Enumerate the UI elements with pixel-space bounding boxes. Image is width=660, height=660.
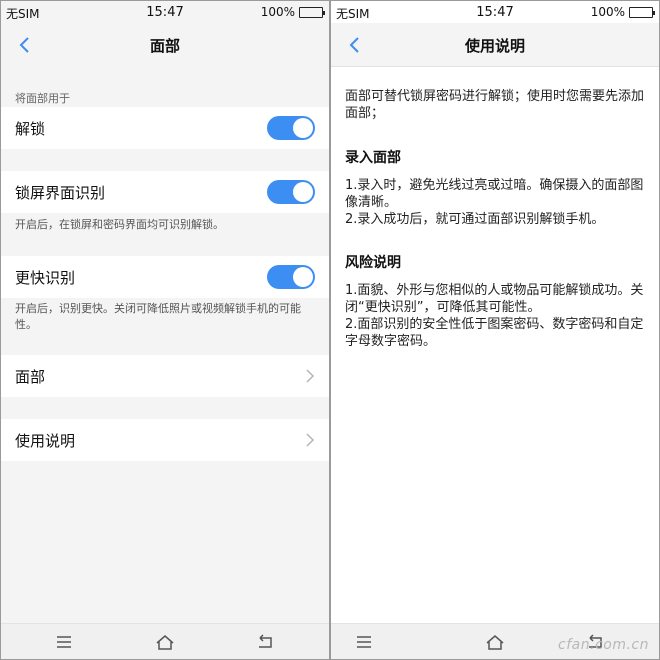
page-title: 面部 [149,37,180,55]
faster-recognition-toggle[interactable] [267,265,315,289]
risk-point-2: 2.面部识别的安全性低于图案密码、数字密码和自定字母数字密码。 [345,317,644,349]
system-nav-bar [1,623,329,659]
unlock-setting-row: 解锁 [1,107,329,149]
title-bar: 面部 [1,23,329,67]
faster-recognition-label: 更快识别 [15,269,76,287]
face-settings-screen: 无SIM 15:47 100% 面部 将面部用于 解锁 锁屏界面识别 开启后，在… [1,1,329,659]
status-bar: 无SIM 15:47 100% [331,1,659,23]
battery-icon [629,7,655,18]
toggle-knob [293,267,313,287]
risk-points: 1.面貌、外形与您相似的人或物品可能解锁成功。关闭“更快识别”，可降低其可能性。… [345,282,645,350]
lockscreen-recognition-row: 锁屏界面识别 [1,171,329,213]
title-bar: 使用说明 [331,23,659,67]
unlock-label: 解锁 [15,120,46,138]
face-data-row[interactable]: 面部 [1,355,329,397]
lockscreen-recognition-hint: 开启后，在锁屏和密码界面均可识别解锁。 [15,218,224,231]
faster-recognition-row: 更快识别 [1,256,329,298]
instructions-row[interactable]: 使用说明 [1,419,329,461]
menu-icon[interactable] [53,632,75,652]
battery-percent: 100% [260,5,295,19]
enroll-steps: 1.录入时，避免光线过亮或过暗。确保摄入的面部图像清晰。 2.录入成功后，就可通… [345,177,645,228]
lockscreen-recognition-label: 锁屏界面识别 [15,184,106,202]
unlock-toggle[interactable] [267,116,315,140]
home-icon[interactable] [484,632,506,652]
instructions-screen: 无SIM 15:47 100% 使用说明 面部可替代锁屏密码进行解锁；使用时您需… [331,1,659,659]
toggle-knob [293,118,313,138]
return-icon[interactable] [254,632,276,652]
enroll-step-2: 2.录入成功后，就可通过面部识别解锁手机。 [345,212,605,227]
battery-percent: 100% [590,5,625,19]
section-heading: 录入面部 [345,150,401,166]
page-title: 使用说明 [464,37,525,55]
enroll-section: 录入面部 [345,147,645,167]
face-data-label: 面部 [15,368,46,386]
enroll-step-1: 1.录入时，避免光线过亮或过暗。确保摄入的面部图像清晰。 [345,178,644,210]
menu-icon[interactable] [353,632,375,652]
intro-text: 面部可替代锁屏密码进行解锁；使用时您需要先添加面部； [345,88,645,122]
chevron-right-icon [305,368,315,384]
section-heading: 风险说明 [345,255,401,271]
instructions-label: 使用说明 [15,432,76,450]
status-bar: 无SIM 15:47 100% [1,1,329,23]
chevron-right-icon [305,432,315,448]
watermark: cfan.com.cn [558,637,649,653]
battery-icon [299,7,325,18]
lockscreen-recognition-toggle[interactable] [267,180,315,204]
risk-section: 风险说明 [345,252,645,272]
toggle-knob [293,182,313,202]
intro-paragraph: 面部可替代锁屏密码进行解锁；使用时您需要先添加面部； [345,89,645,121]
home-icon[interactable] [154,632,176,652]
section-label: 将面部用于 [15,92,70,105]
risk-point-1: 1.面貌、外形与您相似的人或物品可能解锁成功。关闭“更快识别”，可降低其可能性。 [345,283,644,315]
faster-recognition-hint: 开启后，识别更快。关闭可降低照片或视频解锁手机的可能性。 [15,302,301,331]
